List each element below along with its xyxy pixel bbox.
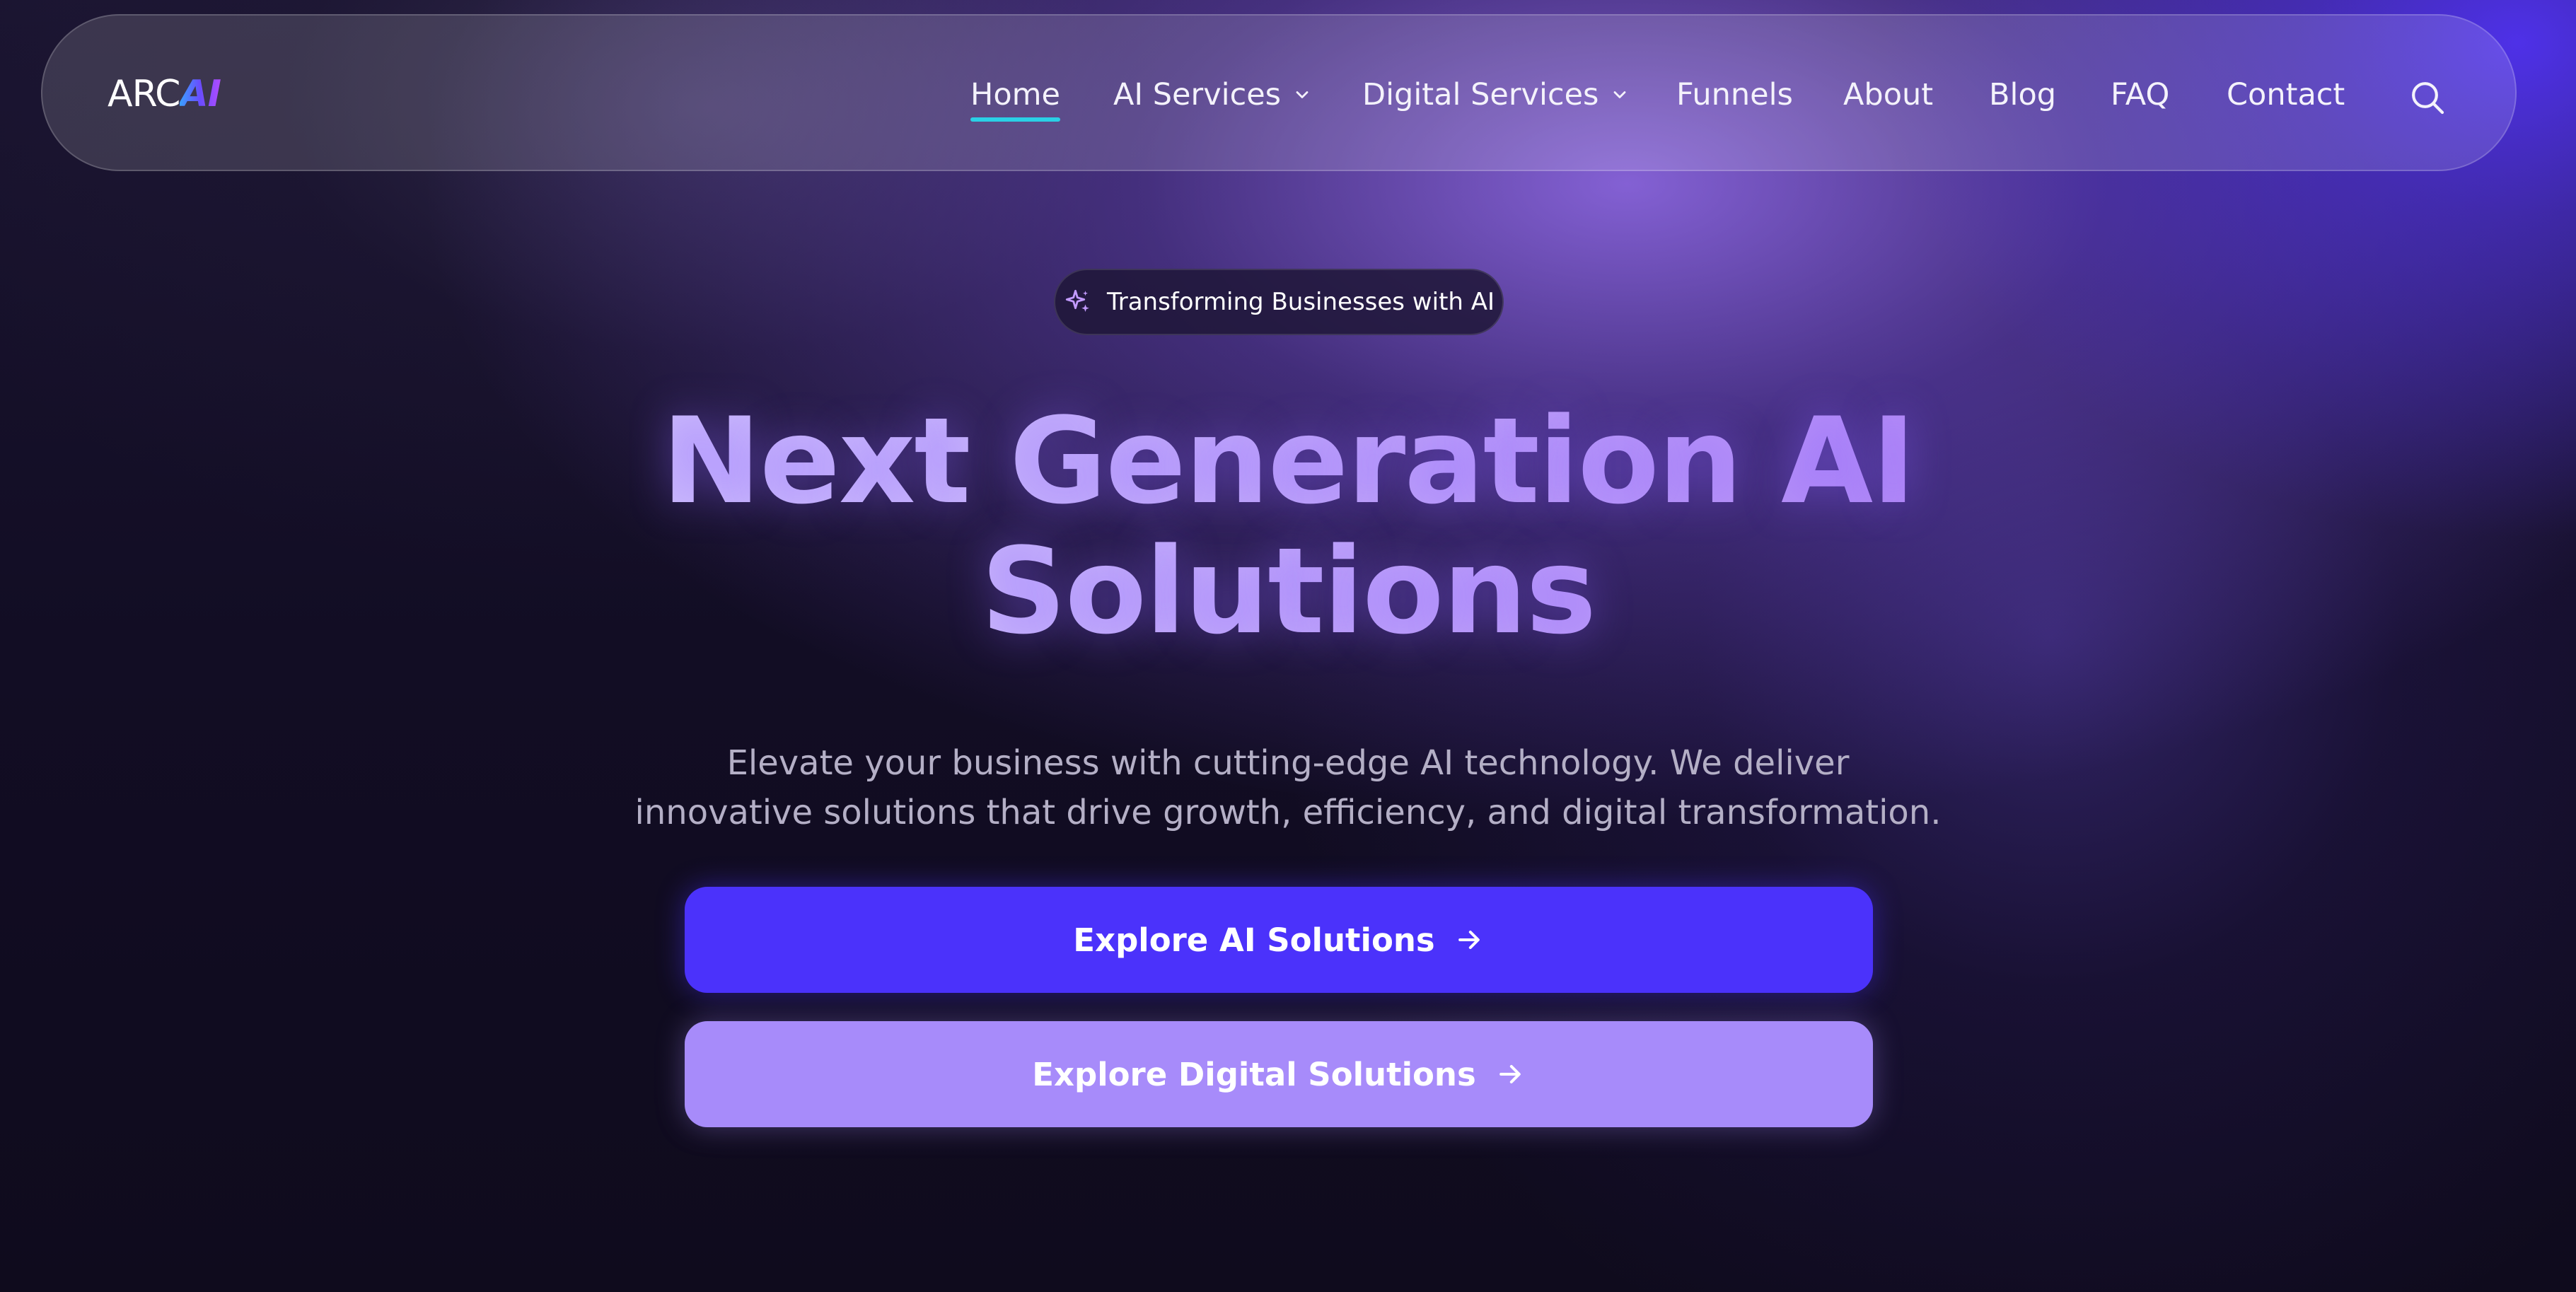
button-label: Explore AI Solutions <box>1073 921 1435 959</box>
nav-link-home[interactable]: Home <box>970 75 1060 122</box>
search-icon[interactable] <box>2408 78 2447 117</box>
nav-link-blog[interactable]: Blog <box>1989 75 2056 115</box>
button-label: Explore Digital Solutions <box>1032 1055 1476 1093</box>
hero-title: Next Generation AI Solutions <box>0 396 2576 656</box>
nav-link-label: Contact <box>2227 77 2345 112</box>
hero-title-line-1: Next Generation AI <box>0 396 2576 526</box>
chevron-down-icon <box>1296 91 1309 98</box>
nav-link-label: AI Services <box>1113 77 1282 112</box>
nav-link-label: Digital Services <box>1362 77 1599 112</box>
arrow-right-icon <box>1458 930 1480 950</box>
nav-link-label: Blog <box>1989 77 2057 112</box>
hero-badge-text: Transforming Businesses with AI <box>1106 288 1495 316</box>
nav-links: Home AI Services Digital Services Funnel… <box>42 16 2515 170</box>
hero-title-line-2: Solutions <box>0 526 2576 656</box>
sparkle-icon <box>1065 289 1089 312</box>
arrow-right-icon <box>1499 1064 1521 1084</box>
top-navbar: ARC AI Home AI Services Digital Services… <box>41 14 2517 171</box>
nav-link-funnels[interactable]: Funnels <box>1676 75 1793 115</box>
chevron-down-icon <box>1614 91 1626 98</box>
nav-link-label: Funnels <box>1676 77 1793 112</box>
nav-link-digital-services[interactable]: Digital Services <box>1362 75 1630 115</box>
explore-digital-solutions-button[interactable]: Explore Digital Solutions <box>685 1021 1873 1127</box>
explore-ai-solutions-button[interactable]: Explore AI Solutions <box>685 887 1873 993</box>
nav-link-label: Home <box>970 77 1060 112</box>
nav-link-label: About <box>1843 77 1934 112</box>
hero-subtitle-line-1: Elevate your business with cutting-edge … <box>726 743 1850 783</box>
nav-link-about[interactable]: About <box>1843 75 1933 115</box>
hero-subtitle-line-2: innovative solutions that drive growth, … <box>634 793 1942 832</box>
nav-link-ai-services[interactable]: AI Services <box>1113 75 1312 115</box>
hero-badge: Transforming Businesses with AI <box>1054 269 1504 335</box>
nav-link-faq[interactable]: FAQ <box>2111 75 2169 115</box>
nav-link-label: FAQ <box>2111 77 2170 112</box>
nav-link-contact[interactable]: Contact <box>2227 75 2345 115</box>
hero-subtitle: Elevate your business with cutting-edge … <box>0 738 2576 837</box>
